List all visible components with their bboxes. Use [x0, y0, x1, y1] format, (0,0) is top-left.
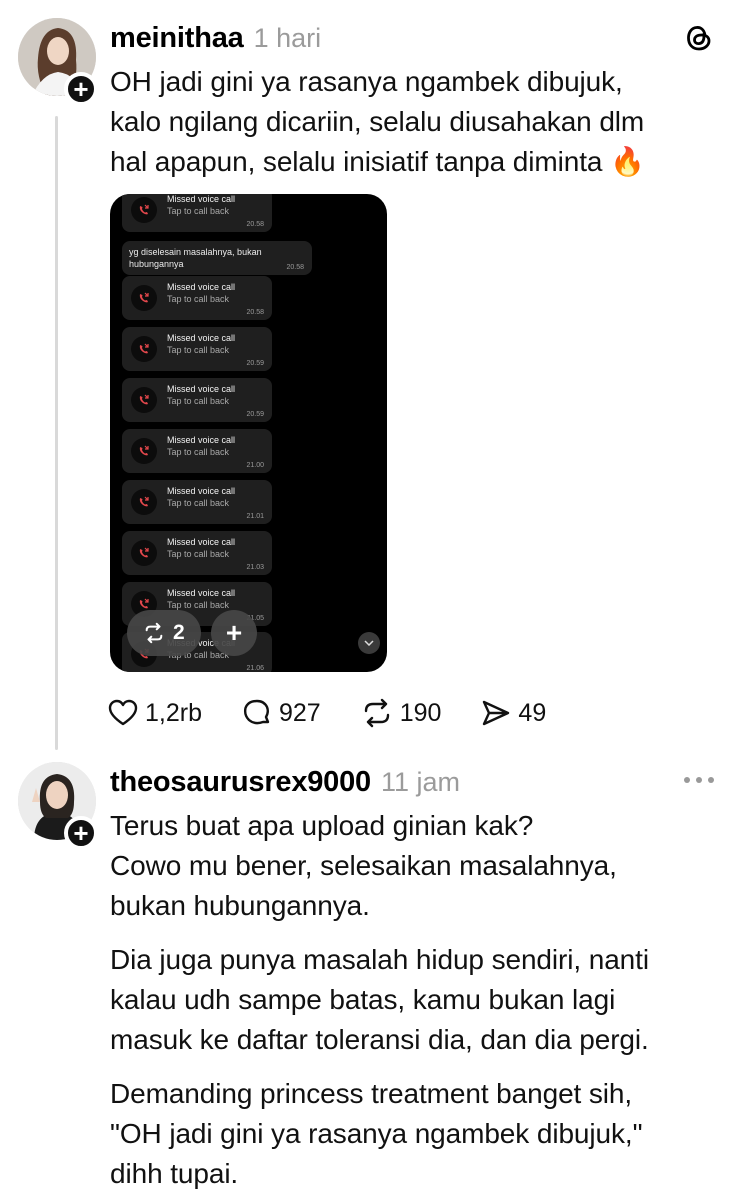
missed-call-bubble: Missed voice call Tap to call back 20.59: [122, 327, 272, 371]
call-time: 20.59: [246, 411, 264, 418]
missed-call-bubble: Missed voice call Tap to call back 21.01: [122, 480, 272, 524]
thread-post-2: + theosaurusrex9000 11 jam Terus buat ap…: [0, 750, 735, 1200]
share-button[interactable]: 49: [481, 699, 546, 728]
missed-call-icon: [131, 438, 157, 464]
post-text: OH jadi gini ya rasanya ngambek dibujuk,…: [110, 62, 645, 182]
like-button[interactable]: 1,2rb: [108, 699, 202, 728]
call-title: Missed voice call: [167, 486, 236, 496]
call-subtitle: Tap to call back: [167, 600, 230, 610]
more-icon[interactable]: [684, 777, 714, 783]
heart-icon: [108, 699, 138, 726]
missed-call-icon: [131, 387, 157, 413]
post-paragraph: Terus buat apa upload ginian kak? Cowo m…: [110, 806, 649, 926]
post-text-line: Terus buat apa upload ginian kak?: [110, 810, 534, 841]
call-time: 21.03: [246, 564, 264, 571]
missed-call-icon: [131, 540, 157, 566]
repost-icon: [364, 698, 389, 728]
carousel-add-button[interactable]: +: [211, 610, 257, 656]
call-subtitle: Tap to call back: [167, 396, 230, 406]
call-subtitle: Tap to call back: [167, 549, 230, 559]
missed-call-icon: [131, 197, 157, 223]
call-title: Missed voice call: [167, 588, 236, 598]
call-time: 20.58: [246, 221, 264, 228]
post-paragraph: Dia juga punya masalah hidup sendiri, na…: [110, 940, 649, 1060]
follow-plus-icon[interactable]: +: [64, 816, 98, 850]
post-text-line: bukan hubungannya.: [110, 890, 370, 921]
post-actions: 1,2rb 927 190 49: [108, 693, 586, 733]
carousel-repost-button[interactable]: 2: [127, 610, 201, 656]
follow-plus-icon[interactable]: +: [64, 72, 98, 106]
call-title: Missed voice call: [167, 435, 236, 445]
call-title: Missed voice call: [167, 384, 236, 394]
post-header: meinithaa 1 hari: [110, 22, 321, 55]
post-text-line: dihh tupai.: [110, 1158, 239, 1189]
call-time: 20.59: [246, 360, 264, 367]
post-text-line: "OH jadi gini ya rasanya ngambek dibujuk…: [110, 1118, 643, 1149]
call-time: 21.00: [246, 462, 264, 469]
call-subtitle: Tap to call back: [167, 447, 230, 457]
call-title: Missed voice call: [167, 194, 236, 204]
post-text-line: Demanding princess treatment banget sih,: [110, 1078, 633, 1109]
post-paragraph: Demanding princess treatment banget sih,…: [110, 1074, 649, 1194]
post-text-line: Cowo mu bener, selesaikan masalahnya,: [110, 850, 617, 881]
like-count: 1,2rb: [145, 698, 202, 727]
username[interactable]: theosaurusrex9000: [110, 766, 371, 799]
missed-call-bubble: Missed voice call Tap to call back 20.58: [122, 194, 272, 232]
media-attachment[interactable]: Missed voice call Tap to call back 20.58…: [110, 194, 387, 672]
carousel-controls: 2 +: [127, 610, 257, 656]
call-subtitle: Tap to call back: [167, 206, 230, 216]
message-text: yg diselesain masalahnya, bukan hubungan…: [129, 247, 262, 269]
post-text-line: masuk ke daftar toleransi dia, dan dia p…: [110, 1024, 649, 1055]
message-time: 20.58: [286, 264, 304, 271]
call-title: Missed voice call: [167, 537, 236, 547]
thread-connector-line: [55, 116, 58, 750]
plus-icon: +: [225, 617, 243, 648]
missed-call-icon: [131, 285, 157, 311]
message-bubble: yg diselesain masalahnya, bukan hubungan…: [122, 241, 312, 275]
share-icon: [483, 700, 510, 726]
call-time: 21.01: [246, 513, 264, 520]
post-header: theosaurusrex9000 11 jam: [110, 766, 460, 799]
call-title: Missed voice call: [167, 333, 236, 343]
repost-count: 190: [399, 698, 442, 727]
post-text-line: Dia juga punya masalah hidup sendiri, na…: [110, 944, 649, 975]
call-subtitle: Tap to call back: [167, 345, 230, 355]
timestamp: 11 jam: [380, 767, 461, 797]
timestamp: 1 hari: [253, 23, 322, 53]
reply-button[interactable]: 927: [242, 698, 321, 728]
post-text-line: OH jadi gini ya rasanya ngambek dibujuk,: [110, 66, 623, 97]
missed-call-icon: [131, 489, 157, 515]
call-subtitle: Tap to call back: [167, 498, 230, 508]
reply-count: 927: [278, 698, 321, 727]
missed-call-bubble: Missed voice call Tap to call back 21.03: [122, 531, 272, 575]
carousel-repost-count: 2: [173, 621, 185, 644]
post-text: Terus buat apa upload ginian kak? Cowo m…: [110, 806, 649, 1194]
threads-logo-icon[interactable]: [686, 24, 712, 57]
chevron-down-icon[interactable]: [358, 632, 380, 654]
post-text-line: kalo ngilang dicariin, selalu diusahakan…: [110, 106, 645, 137]
call-subtitle: Tap to call back: [167, 294, 230, 304]
thread-post-1: + meinithaa 1 hari OH jadi gini ya rasan…: [0, 0, 735, 750]
missed-call-bubble: Missed voice call Tap to call back 20.59: [122, 378, 272, 422]
post-text-line: kalau udh sampe batas, kamu bukan lagi: [110, 984, 616, 1015]
repost-button[interactable]: 190: [361, 698, 442, 728]
repost-icon: [145, 622, 163, 644]
call-title: Missed voice call: [167, 282, 236, 292]
missed-call-bubble: Missed voice call Tap to call back 21.00: [122, 429, 272, 473]
call-time: 21.06: [246, 665, 264, 672]
call-time: 20.58: [246, 309, 264, 316]
username[interactable]: meinithaa: [110, 22, 244, 55]
missed-call-bubble: Missed voice call Tap to call back 20.58: [122, 276, 272, 320]
comment-icon: [243, 699, 270, 725]
post-text-line: hal apapun, selalu inisiatif tanpa dimin…: [110, 146, 645, 177]
missed-call-icon: [131, 336, 157, 362]
share-count: 49: [518, 698, 547, 727]
